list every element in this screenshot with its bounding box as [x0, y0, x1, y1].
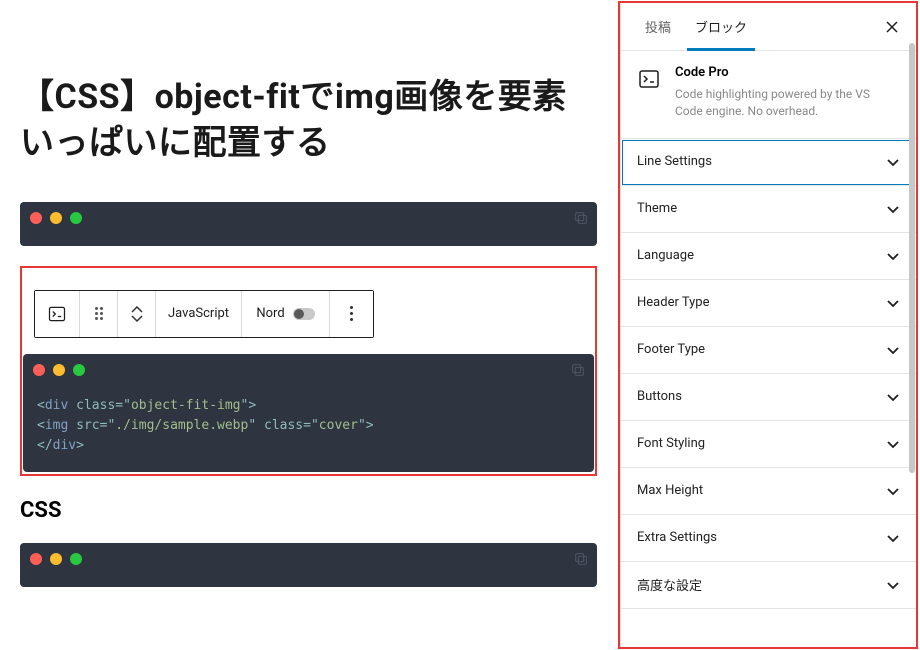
theme-toggle-icon	[293, 308, 315, 320]
traffic-green-icon	[73, 364, 85, 376]
panel-font-styling[interactable]: Font Styling	[621, 421, 916, 468]
traffic-yellow-icon	[50, 553, 62, 565]
settings-sidebar: 投稿 ブロック Code Pro Code highlighting power…	[618, 1, 918, 649]
drag-handle-button[interactable]	[79, 291, 117, 337]
panel-label: Line Settings	[637, 154, 712, 169]
editor-main: 【CSS】object-fitでimg画像を要素いっぱいに配置する	[0, 0, 617, 650]
sidebar-scrollbar[interactable]	[909, 43, 915, 473]
traffic-lights	[33, 364, 85, 376]
copy-icon[interactable]	[570, 362, 586, 378]
chevron-down-icon	[886, 484, 900, 498]
chevron-down-icon	[886, 249, 900, 263]
traffic-green-icon	[70, 212, 82, 224]
panel-max-height[interactable]: Max Height	[621, 468, 916, 515]
traffic-lights	[30, 553, 82, 565]
panel-label: Footer Type	[637, 342, 705, 357]
block-type-icon	[637, 67, 661, 91]
block-toolbar: JavaScript Nord	[34, 290, 595, 338]
drag-icon	[95, 307, 103, 320]
block-name: Code Pro	[675, 65, 900, 80]
panel-theme[interactable]: Theme	[621, 186, 916, 233]
code-block-header	[20, 543, 597, 575]
traffic-green-icon	[70, 553, 82, 565]
chevron-down-icon	[886, 437, 900, 451]
tab-post[interactable]: 投稿	[633, 3, 683, 50]
panel-label: 高度な設定	[637, 575, 702, 594]
panel-language[interactable]: Language	[621, 233, 916, 280]
block-info: Code Pro Code highlighting powered by th…	[621, 51, 916, 139]
close-icon	[884, 19, 900, 35]
theme-label: Nord	[256, 306, 284, 321]
traffic-lights	[30, 212, 82, 224]
panel-advanced[interactable]: 高度な設定	[621, 562, 916, 609]
more-options-button[interactable]	[329, 291, 373, 337]
code-block-header	[20, 202, 597, 234]
move-up-down-icon	[131, 306, 143, 322]
panel-header-type[interactable]: Header Type	[621, 280, 916, 327]
chevron-down-icon	[886, 343, 900, 357]
close-sidebar-button[interactable]	[882, 17, 902, 37]
code-block-placeholder-2[interactable]	[20, 543, 597, 587]
copy-icon[interactable]	[573, 210, 589, 226]
panel-label: Buttons	[637, 389, 682, 404]
code-block-header	[23, 354, 594, 386]
code-block-placeholder-1[interactable]	[20, 202, 597, 246]
traffic-red-icon	[33, 364, 45, 376]
move-buttons[interactable]	[117, 291, 155, 337]
panel-line-settings[interactable]: Line Settings	[621, 139, 916, 186]
section-heading-css[interactable]: CSS	[20, 498, 597, 523]
chevron-down-icon	[886, 390, 900, 404]
panel-label: Theme	[637, 201, 677, 216]
panel-extra-settings[interactable]: Extra Settings	[621, 515, 916, 562]
traffic-yellow-icon	[53, 364, 65, 376]
toolbar-group: JavaScript Nord	[34, 290, 374, 338]
tab-block[interactable]: ブロック	[683, 3, 759, 50]
panel-label: Extra Settings	[637, 530, 717, 545]
traffic-red-icon	[30, 212, 42, 224]
panel-label: Header Type	[637, 295, 709, 310]
copy-icon[interactable]	[573, 551, 589, 567]
chevron-down-icon	[886, 202, 900, 216]
panel-label: Max Height	[637, 483, 703, 498]
panel-label: Language	[637, 248, 694, 263]
chevron-down-icon	[886, 296, 900, 310]
traffic-red-icon	[30, 553, 42, 565]
panel-buttons[interactable]: Buttons	[621, 374, 916, 421]
chevron-down-icon	[886, 578, 900, 592]
chevron-down-icon	[886, 531, 900, 545]
traffic-yellow-icon	[50, 212, 62, 224]
terminal-icon	[47, 304, 67, 324]
page-title[interactable]: 【CSS】object-fitでimg画像を要素いっぱいに配置する	[20, 75, 597, 167]
block-description: Code highlighting powered by the VS Code…	[675, 86, 900, 120]
code-block-selected[interactable]: <div class="object-fit-img"> <img src=".…	[23, 354, 594, 472]
block-type-button[interactable]	[35, 291, 79, 337]
chevron-down-icon	[886, 155, 900, 169]
panel-label: Font Styling	[637, 436, 705, 451]
code-content[interactable]: <div class="object-fit-img"> <img src=".…	[23, 386, 594, 472]
panel-footer-type[interactable]: Footer Type	[621, 327, 916, 374]
language-button[interactable]: JavaScript	[155, 291, 241, 337]
sidebar-tabs: 投稿 ブロック	[621, 3, 916, 51]
theme-button[interactable]: Nord	[241, 291, 329, 337]
selected-block-region: JavaScript Nord <div clas	[20, 266, 597, 476]
kebab-icon	[350, 306, 353, 321]
